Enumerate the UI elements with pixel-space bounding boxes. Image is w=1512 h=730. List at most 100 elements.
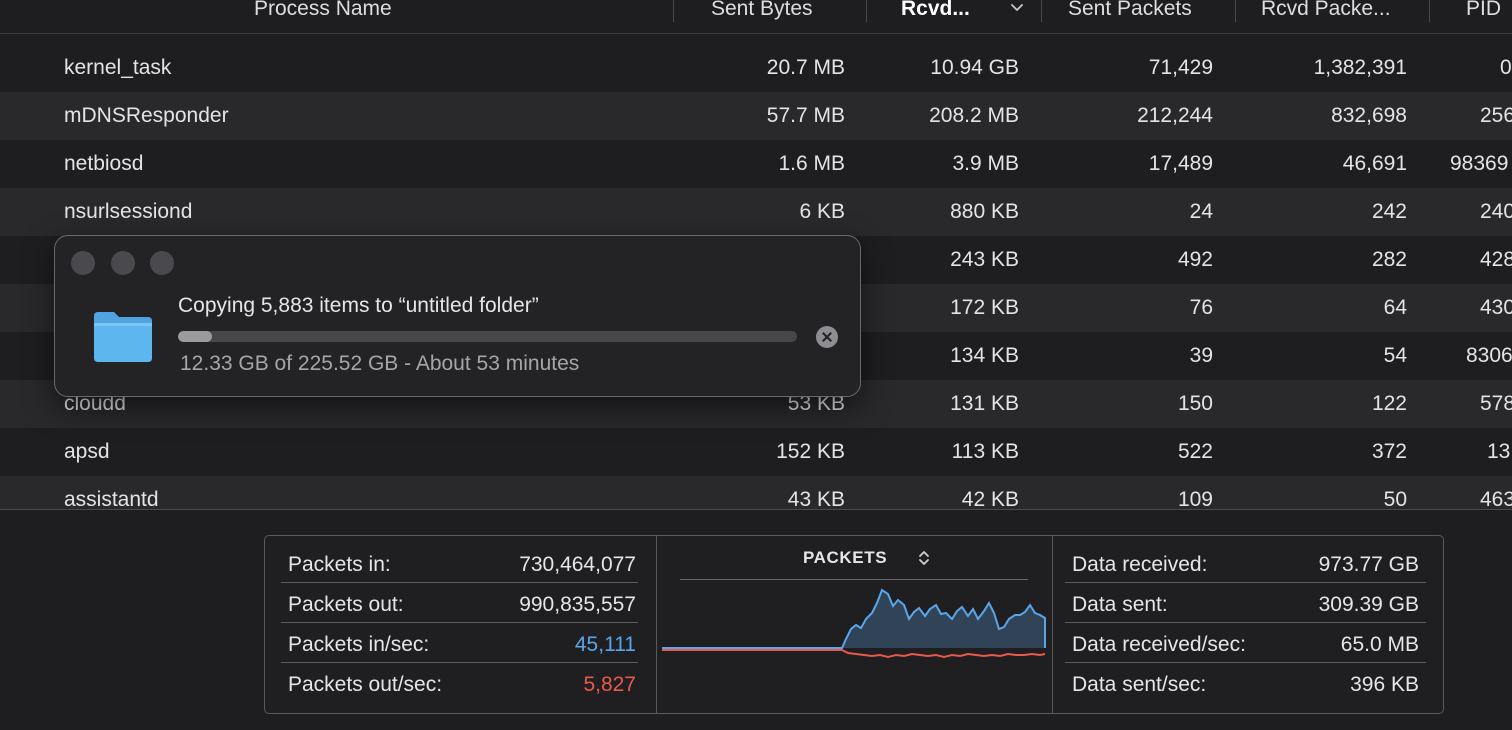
column-divider[interactable] bbox=[1041, 0, 1042, 22]
sent-packets: 150 bbox=[1177, 392, 1213, 415]
zoom-window-button[interactable] bbox=[150, 251, 174, 275]
rcvd-bytes: 3.9 MB bbox=[952, 152, 1019, 175]
table-row[interactable]: netbiosd 1.6 MB 3.9 MB 17,489 46,691 983… bbox=[0, 140, 1512, 188]
stat-divider bbox=[1065, 662, 1426, 663]
rcvd-bytes: 134 KB bbox=[950, 344, 1019, 367]
data-sent-sec-value: 396 KB bbox=[1350, 673, 1419, 696]
copy-status-text: 12.33 GB of 225.52 GB - About 53 minutes bbox=[180, 352, 580, 375]
pid: 430 bbox=[1480, 296, 1512, 319]
sent-bytes: 6 KB bbox=[799, 200, 845, 223]
close-window-button[interactable] bbox=[71, 251, 95, 275]
graph-title-rule bbox=[680, 579, 1028, 580]
folder-icon bbox=[94, 312, 152, 362]
column-pid[interactable]: PID bbox=[1466, 0, 1512, 22]
data-sent-sec-stat: Data sent/sec: 396 KB bbox=[1072, 665, 1419, 705]
process-name: nsurlsessiond bbox=[64, 200, 193, 223]
rcvd-bytes: 42 KB bbox=[961, 488, 1019, 509]
sent-packets: 109 bbox=[1177, 488, 1213, 509]
sent-packets: 17,489 bbox=[1148, 152, 1213, 175]
packets-graph bbox=[662, 588, 1046, 659]
column-sent-bytes[interactable]: Sent Bytes bbox=[711, 0, 831, 22]
packets-in-label: Packets in: bbox=[288, 553, 391, 576]
pid: 240 bbox=[1480, 200, 1512, 223]
rcvd-bytes: 131 KB bbox=[950, 392, 1019, 415]
minimize-window-button[interactable] bbox=[111, 251, 135, 275]
pid: 578 bbox=[1480, 392, 1512, 415]
data-received-sec-label: Data received/sec: bbox=[1072, 633, 1246, 656]
data-sent-value: 309.39 GB bbox=[1318, 593, 1419, 616]
packets-in-sec-value: 45,111 bbox=[574, 633, 636, 656]
packets-in-stat: Packets in: 730,464,077 bbox=[288, 545, 636, 585]
table-row[interactable]: apsd 152 KB 113 KB 522 372 13 bbox=[0, 428, 1512, 476]
stat-divider bbox=[281, 622, 638, 623]
stat-divider bbox=[1065, 582, 1426, 583]
column-process-name[interactable]: Process Name bbox=[254, 0, 414, 22]
panel-divider bbox=[1052, 536, 1053, 713]
packets-out-stat: Packets out: 990,835,557 bbox=[288, 585, 636, 625]
data-sent-stat: Data sent: 309.39 GB bbox=[1072, 585, 1419, 625]
rcvd-bytes: 243 KB bbox=[950, 248, 1019, 271]
column-rcvd-bytes[interactable]: Rcvd... bbox=[901, 0, 991, 22]
process-name: mDNSResponder bbox=[64, 104, 229, 127]
rcvd-bytes: 113 KB bbox=[951, 440, 1019, 463]
rcvd-packets: 282 bbox=[1371, 248, 1407, 271]
rcvd-bytes: 208.2 MB bbox=[929, 104, 1019, 127]
table-row[interactable]: nsurlsessiond 6 KB 880 KB 24 242 240 bbox=[0, 188, 1512, 236]
sent-bytes: 43 KB bbox=[787, 488, 845, 509]
process-name: assistantd bbox=[64, 488, 159, 509]
table-row[interactable]: mDNSResponder 57.7 MB 208.2 MB 212,244 8… bbox=[0, 92, 1512, 140]
copy-progress-dialog[interactable]: Copying 5,883 items to “untitled folder”… bbox=[54, 235, 861, 397]
pid: 428 bbox=[1480, 248, 1512, 271]
data-received-sec-stat: Data received/sec: 65.0 MB bbox=[1072, 625, 1419, 665]
rcvd-bytes: 10.94 GB bbox=[930, 56, 1019, 79]
packets-in-sec-label: Packets in/sec: bbox=[288, 633, 430, 656]
packets-out-sec-stat: Packets out/sec: 5,827 bbox=[288, 665, 636, 705]
rcvd-packets: 832,698 bbox=[1331, 104, 1407, 127]
sent-packets: 24 bbox=[1189, 200, 1213, 223]
pid: 463 bbox=[1480, 488, 1512, 509]
sent-bytes: 1.6 MB bbox=[778, 152, 845, 175]
sent-packets: 212,244 bbox=[1137, 104, 1213, 127]
packets-out-line bbox=[662, 649, 1046, 659]
pid: 8306 bbox=[1466, 344, 1512, 367]
column-rcvd-packets[interactable]: Rcvd Packe... bbox=[1261, 0, 1401, 22]
rcvd-packets: 50 bbox=[1383, 488, 1407, 509]
process-name: netbiosd bbox=[64, 152, 144, 175]
column-divider[interactable] bbox=[1235, 0, 1236, 22]
pid: 256 bbox=[1480, 104, 1512, 127]
sent-bytes: 152 KB bbox=[776, 440, 845, 463]
column-divider[interactable] bbox=[866, 0, 867, 22]
chevron-down-icon[interactable] bbox=[1009, 0, 1025, 16]
rcvd-packets: 64 bbox=[1383, 296, 1407, 319]
data-received-sec-value: 65.0 MB bbox=[1340, 633, 1419, 656]
sent-bytes: 57.7 MB bbox=[766, 104, 845, 127]
column-header: Process Name Sent Bytes Rcvd... Sent Pac… bbox=[0, 0, 1512, 34]
cancel-copy-button[interactable] bbox=[816, 326, 838, 348]
copy-progress-bar bbox=[178, 331, 797, 342]
data-received-stat: Data received: 973.77 GB bbox=[1072, 545, 1419, 585]
pid: 0 bbox=[1500, 56, 1512, 79]
packets-in-value: 730,464,077 bbox=[519, 553, 636, 576]
sent-packets: 522 bbox=[1177, 440, 1213, 463]
stat-divider bbox=[281, 662, 638, 663]
table-row[interactable]: kernel_task 20.7 MB 10.94 GB 71,429 1,38… bbox=[0, 44, 1512, 92]
rcvd-bytes: 172 KB bbox=[950, 296, 1019, 319]
data-received-label: Data received: bbox=[1072, 553, 1208, 576]
graph-mode-selector[interactable]: PACKETS bbox=[803, 548, 887, 568]
table-row[interactable]: assistantd 43 KB 42 KB 109 50 463 bbox=[0, 476, 1512, 509]
column-divider[interactable] bbox=[673, 0, 674, 22]
packets-in-area bbox=[662, 590, 1045, 648]
pid: 13 bbox=[1487, 440, 1511, 463]
data-sent-label: Data sent: bbox=[1072, 593, 1168, 616]
packets-out-value: 990,835,557 bbox=[519, 593, 636, 616]
rcvd-bytes: 880 KB bbox=[950, 200, 1019, 223]
copy-title: Copying 5,883 items to “untitled folder” bbox=[178, 294, 539, 317]
up-down-arrows-icon[interactable] bbox=[917, 548, 931, 568]
rcvd-packets: 372 bbox=[1371, 440, 1407, 463]
sent-packets: 76 bbox=[1189, 296, 1213, 319]
sent-packets: 492 bbox=[1177, 248, 1213, 271]
rcvd-packets: 54 bbox=[1383, 344, 1407, 367]
pid: 98369 bbox=[1450, 152, 1509, 175]
column-sent-packets[interactable]: Sent Packets bbox=[1068, 0, 1208, 22]
column-divider[interactable] bbox=[1429, 0, 1430, 22]
